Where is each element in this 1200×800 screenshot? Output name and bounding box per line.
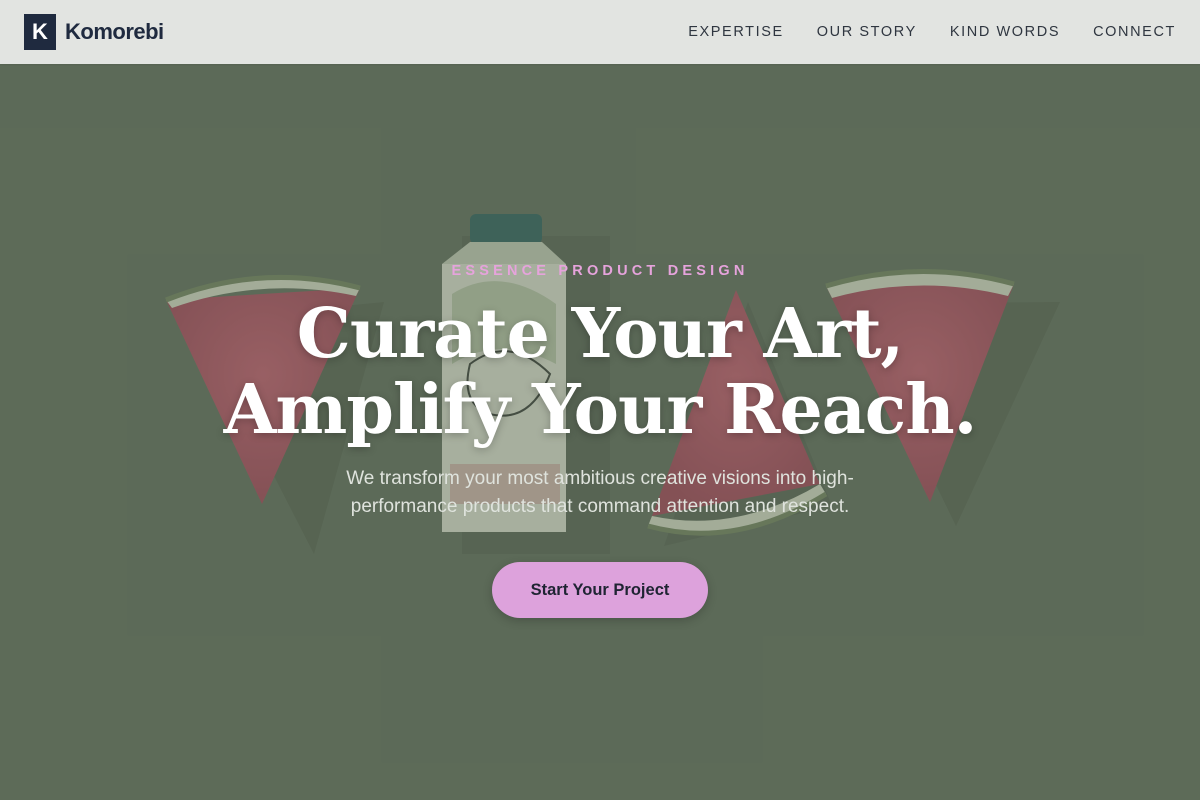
hero-headline: Curate Your Art, Amplify Your Reach. [223,294,978,450]
hero-subheading: We transform your most ambitious creativ… [346,468,854,517]
landing-page: K Komorebi EXPERTISE OUR STORY KIND WORD… [0,0,1200,800]
site-header: K Komorebi EXPERTISE OUR STORY KIND WORD… [0,0,1200,64]
main-nav: EXPERTISE OUR STORY KIND WORDS CONNECT [688,24,1176,40]
logo-mark-icon: K [24,14,56,50]
nav-link-our-story[interactable]: OUR STORY [817,24,917,40]
brand-name: Komorebi [65,19,164,44]
nav-link-expertise[interactable]: EXPERTISE [688,24,784,40]
hero-section: ESSENCE PRODUCT DESIGN Curate Your Art, … [0,64,1200,800]
start-project-button[interactable]: Start Your Project [492,562,708,618]
hero-eyebrow: ESSENCE PRODUCT DESIGN [451,263,749,279]
brand-logo[interactable]: K Komorebi [24,14,164,50]
nav-link-kind-words[interactable]: KIND WORDS [950,24,1060,40]
nav-link-connect[interactable]: CONNECT [1093,24,1176,40]
